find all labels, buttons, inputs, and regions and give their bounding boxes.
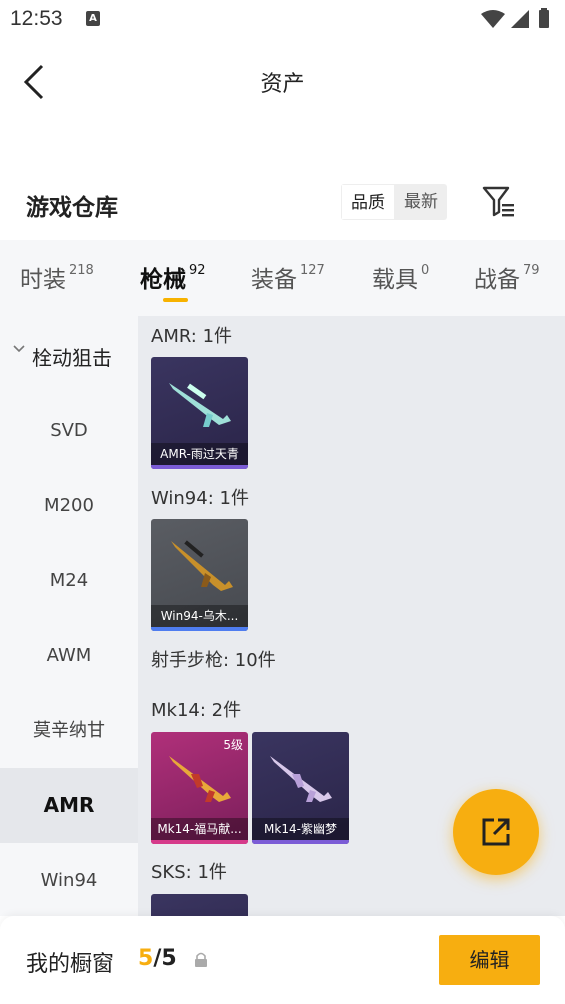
- rifle-icon: [171, 540, 233, 591]
- sidebar-item-svd[interactable]: SVD: [0, 393, 138, 468]
- edit-button[interactable]: 编辑: [439, 935, 540, 985]
- tab-count: 127: [300, 263, 325, 279]
- tab-label: 装备: [251, 267, 297, 293]
- rifle-icon: [169, 383, 231, 427]
- showcase-total: 5: [161, 946, 177, 971]
- rarity-bar: [252, 840, 349, 844]
- showcase-label: 我的橱窗: [26, 952, 115, 977]
- status-bar: 12:53 A: [0, 0, 565, 38]
- sort-latest-button[interactable]: 最新: [395, 184, 447, 220]
- rarity-bar: [151, 627, 248, 631]
- tab-vehicles[interactable]: 载具 0: [372, 260, 429, 294]
- tab-label: 枪械: [140, 267, 186, 293]
- item-card-mk14-2[interactable]: Mk14-紫幽梦: [252, 732, 349, 844]
- signal-icon: [511, 10, 529, 28]
- item-card-label: Mk14-紫幽梦: [252, 818, 349, 840]
- item-card-label: Mk14-福马献...: [151, 818, 248, 840]
- filter-icon: [482, 186, 514, 217]
- share-fab-button[interactable]: [453, 789, 539, 875]
- page-title: 资产: [260, 72, 305, 97]
- active-tab-indicator: [163, 298, 188, 302]
- item-card-sks[interactable]: [151, 894, 248, 916]
- notification-icon: A: [86, 11, 100, 26]
- group-title-mk14: Mk14: 2件: [151, 700, 242, 721]
- sort-toggle: 品质 最新: [341, 184, 447, 220]
- tab-count: 92: [189, 263, 206, 279]
- tab-firearms[interactable]: 枪械 92: [140, 260, 206, 294]
- nav-bar: 资产: [0, 38, 565, 128]
- tab-label: 时装: [20, 267, 66, 293]
- wifi-icon: [481, 10, 505, 28]
- item-card-label: Win94-乌木...: [151, 605, 248, 627]
- sidebar-item-m200[interactable]: M200: [0, 468, 138, 543]
- rarity-bar: [151, 840, 248, 844]
- sidebar-item-awm[interactable]: AWM: [0, 618, 138, 693]
- rifle-icon: [169, 756, 231, 802]
- tab-count: 79: [523, 263, 540, 279]
- section-header: 游戏仓库 品质 最新: [0, 170, 565, 236]
- battery-icon: [539, 10, 549, 28]
- tab-supplies[interactable]: 战备 79: [474, 260, 540, 294]
- group-title-sks: SKS: 1件: [151, 862, 227, 883]
- item-card-win94[interactable]: Win94-乌木...: [151, 519, 248, 631]
- item-card-label: AMR-雨过天青: [151, 443, 248, 465]
- group-title-win94: Win94: 1件: [151, 488, 249, 509]
- sidebar-item-m24[interactable]: M24: [0, 543, 138, 618]
- tab-equipment[interactable]: 装备 127: [251, 260, 325, 294]
- group-title-dmr: 射手步枪: 10件: [151, 650, 276, 671]
- tab-label: 战备: [474, 267, 520, 293]
- tab-label: 载具: [372, 267, 418, 293]
- sidebar-item-amr[interactable]: AMR: [0, 768, 138, 843]
- sort-quality-button[interactable]: 品质: [341, 184, 395, 220]
- tab-count: 218: [69, 263, 94, 279]
- item-card-mk14-1[interactable]: 5级 Mk14-福马献...: [151, 732, 248, 844]
- sidebar-group-label: 栓动狙击: [32, 346, 112, 370]
- sidebar-item-win94[interactable]: Win94: [0, 843, 138, 916]
- group-title-amr: AMR: 1件: [151, 326, 233, 347]
- lock-icon: [195, 952, 207, 967]
- external-link-icon: [482, 818, 510, 846]
- rifle-icon: [270, 756, 332, 802]
- showcase-current: 5: [138, 946, 154, 971]
- item-card-amr[interactable]: AMR-雨过天青: [151, 357, 248, 469]
- sidebar-group-bolt-action[interactable]: 栓动狙击: [0, 334, 138, 374]
- rarity-bar: [151, 465, 248, 469]
- category-tabs: 时装 218 枪械 92 装备 127 载具 0 战备 79: [0, 240, 565, 316]
- status-icons: [481, 8, 549, 28]
- showcase-bar: 我的橱窗 5/5 编辑: [0, 916, 565, 1004]
- filter-button[interactable]: [480, 184, 518, 220]
- section-title: 游戏仓库: [26, 195, 118, 221]
- weapon-sidebar: 栓动狙击 SVD M200 M24 AWM 莫辛纳甘 AMR Win94: [0, 316, 138, 916]
- chevron-down-icon: [13, 345, 25, 353]
- tab-fashion[interactable]: 时装 218: [20, 260, 94, 294]
- status-time: 12:53: [10, 7, 63, 30]
- sidebar-item-mosin[interactable]: 莫辛纳甘: [0, 693, 138, 768]
- tab-count: 0: [421, 263, 430, 279]
- showcase-count: 5/5: [138, 946, 177, 971]
